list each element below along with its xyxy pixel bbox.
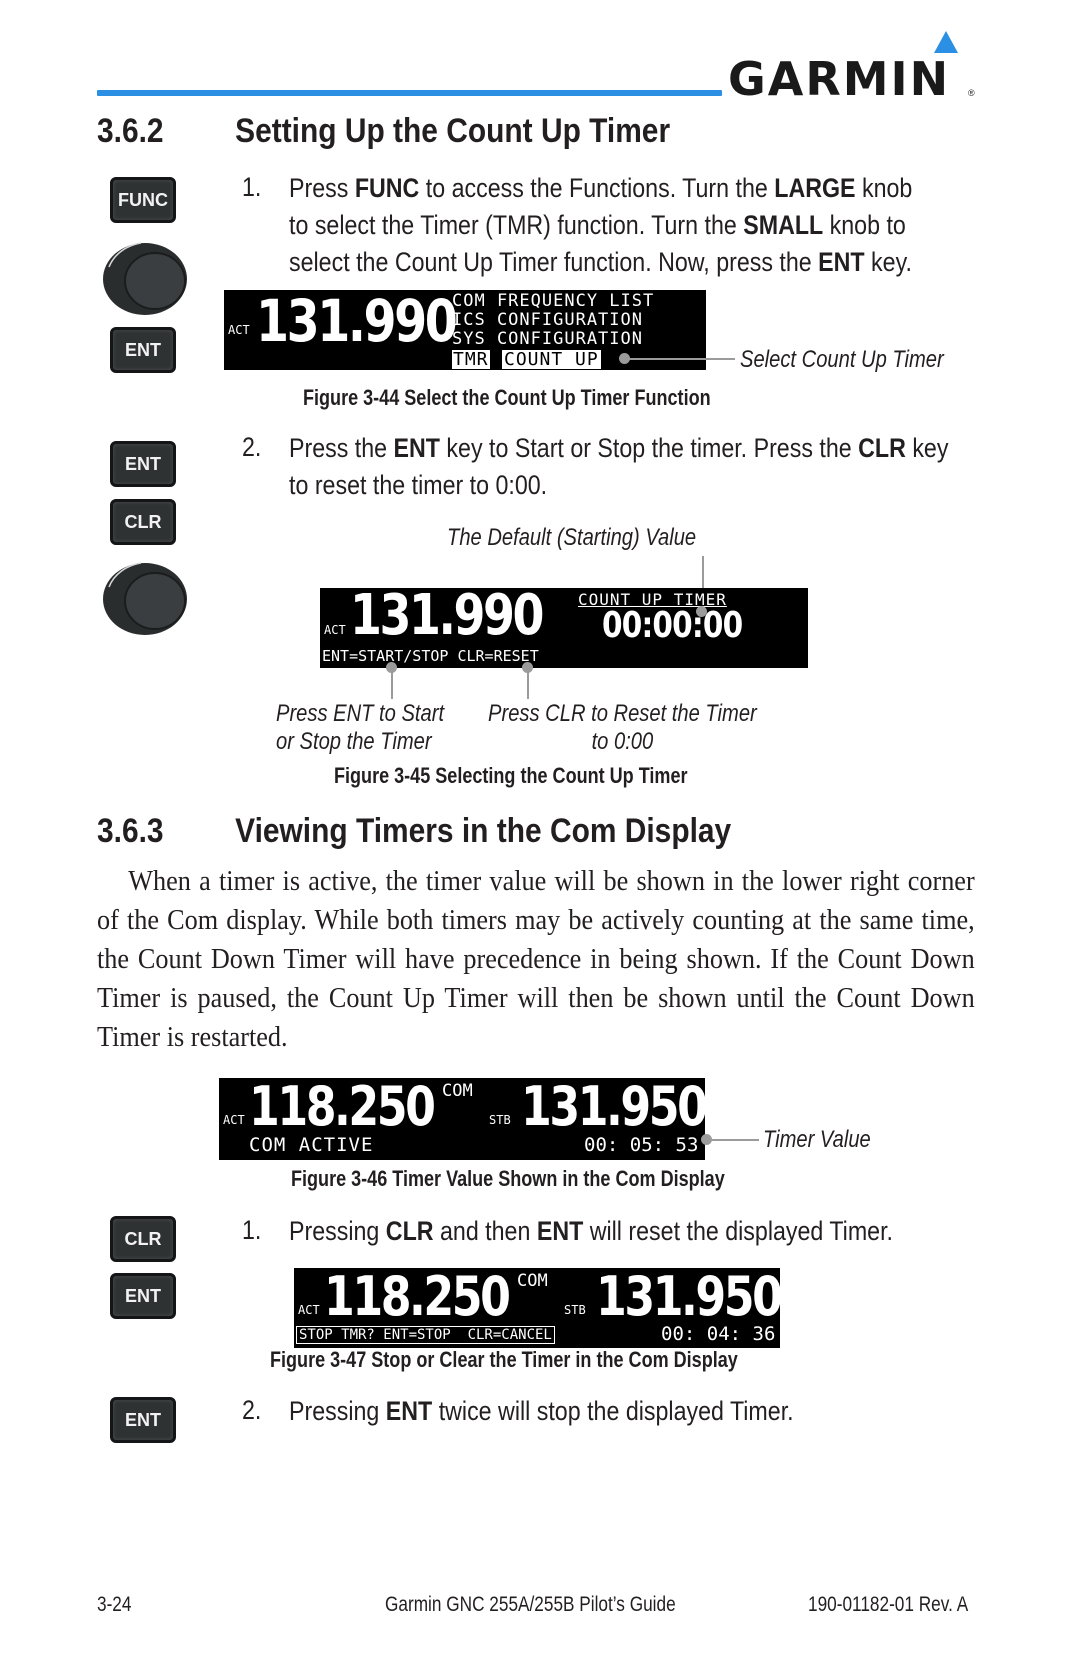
- ent-key[interactable]: ENT: [110, 327, 176, 373]
- garmin-logo-triangle-icon: [934, 31, 958, 53]
- section-heading-3-6-3: 3.6.3 Viewing Timers in the Com Display: [97, 812, 731, 851]
- timer-value: 00: 04: 36: [661, 1323, 776, 1345]
- section-number: 3.6.3: [97, 812, 164, 850]
- figure-3-47-display: ACT 118.250 COM STB 131.950 STOP TMR? EN…: [294, 1268, 780, 1348]
- annotation-select-count-up: Select Count Up Timer: [740, 346, 944, 373]
- figure-3-47-caption: Figure 3-47 Stop or Clear the Timer in t…: [270, 1347, 738, 1372]
- body-paragraph: When a timer is active, the timer value …: [97, 866, 975, 1053]
- step-number: 1.: [242, 172, 262, 202]
- standby-frequency: 131.950: [521, 1078, 705, 1138]
- active-frequency: 131.990: [256, 290, 458, 355]
- section-title: Viewing Timers in the Com Display: [235, 812, 732, 850]
- step-number: 1.: [242, 1215, 262, 1245]
- act-label: ACT: [228, 323, 250, 337]
- footer-title: Garmin GNC 255A/255B Pilot’s Guide: [385, 1593, 676, 1616]
- figure-3-44-caption: Figure 3-44 Select the Count Up Timer Fu…: [303, 385, 711, 410]
- annotation-leader: [527, 667, 529, 699]
- step-1-line-1: Press FUNC to access the Functions. Turn…: [289, 173, 913, 203]
- step-2-line-1: Press the ENT key to Start or Stop the t…: [289, 433, 949, 463]
- large-small-knob-icon[interactable]: [101, 237, 193, 317]
- step-2-text: Pressing ENT twice will stop the display…: [289, 1396, 794, 1426]
- selected-item: COUNT UP: [502, 349, 601, 370]
- page-number: 3-24: [97, 1593, 132, 1616]
- annotation-leader: [707, 1139, 759, 1141]
- figure-3-46-caption: Figure 3-46 Timer Value Shown in the Com…: [291, 1166, 725, 1191]
- com-label: COM: [517, 1271, 548, 1291]
- com-label: COM: [442, 1081, 473, 1101]
- section-number: 3.6.2: [97, 112, 164, 150]
- annotation-leader: [391, 667, 393, 699]
- menu-item: ICS CONFIGURATION: [452, 310, 643, 330]
- clr-key[interactable]: CLR: [110, 1216, 176, 1262]
- step-number: 2.: [242, 1395, 262, 1425]
- figure-3-46-display: ACT 118.250 COM STB 131.950 COM ACTIVE 0…: [219, 1078, 705, 1160]
- menu-item: COM FREQUENCY LIST: [452, 291, 655, 311]
- annotation-timer-value: Timer Value: [763, 1126, 871, 1153]
- section-title: Setting Up the Count Up Timer: [235, 112, 671, 150]
- act-label: ACT: [223, 1113, 245, 1127]
- annotation-press-ent: Press ENT to Start or Stop the Timer: [276, 700, 445, 755]
- ent-key[interactable]: ENT: [110, 1397, 176, 1443]
- large-small-knob-icon[interactable]: [101, 557, 193, 637]
- clr-key[interactable]: CLR: [110, 499, 176, 545]
- act-label: ACT: [298, 1303, 320, 1317]
- active-frequency: 118.250: [249, 1078, 436, 1138]
- annotation-leader: [625, 358, 735, 360]
- stb-label: STB: [489, 1113, 511, 1127]
- stop-timer-prompt: STOP TMR? ENT=STOP CLR=CANCEL: [296, 1326, 555, 1344]
- act-label: ACT: [324, 623, 346, 637]
- timer-prompt: ENT=START/STOP CLR=RESET: [322, 647, 539, 665]
- timer-value: 00: 05: 53: [584, 1134, 699, 1156]
- status-text: COM ACTIVE: [249, 1134, 374, 1156]
- step-1-line-2: to select the Timer (TMR) function. Turn…: [289, 210, 906, 240]
- standby-frequency: 131.950: [596, 1268, 780, 1328]
- section-heading-3-6-2: 3.6.2 Setting Up the Count Up Timer: [97, 112, 670, 151]
- garmin-logo: GARMIN: [728, 52, 951, 106]
- annotation-dot: [696, 606, 707, 617]
- step-2-line-2: to reset the timer to 0:00.: [289, 470, 548, 500]
- func-key[interactable]: FUNC: [110, 177, 176, 223]
- active-frequency: 131.990: [350, 588, 544, 648]
- step-1-line-3: select the Count Up Timer function. Now,…: [289, 247, 912, 277]
- ent-key[interactable]: ENT: [110, 1273, 176, 1319]
- footer-doc-number: 190-01182-01 Rev. A: [808, 1593, 969, 1616]
- menu-item: SYS CONFIGURATION: [452, 329, 643, 349]
- step-1-text: Pressing CLR and then ENT will reset the…: [289, 1216, 894, 1246]
- stb-label: STB: [564, 1303, 586, 1317]
- registered-mark: ®: [968, 88, 975, 98]
- annotation-default-value: The Default (Starting) Value: [447, 524, 697, 551]
- annotation-press-clr: Press CLR to Reset the Timer to 0:00: [488, 700, 757, 755]
- selected-category: TMR: [452, 349, 490, 370]
- figure-3-45-caption: Figure 3-45 Selecting the Count Up Timer: [334, 763, 688, 788]
- active-frequency: 118.250: [324, 1268, 511, 1328]
- ent-key[interactable]: ENT: [110, 441, 176, 487]
- timer-value: 00:00:00: [602, 605, 743, 646]
- figure-3-45-display: ACT 131.990 COUNT UP TIMER 00:00:00 ENT=…: [320, 588, 808, 668]
- header-rule: [97, 90, 722, 96]
- step-number: 2.: [242, 432, 262, 462]
